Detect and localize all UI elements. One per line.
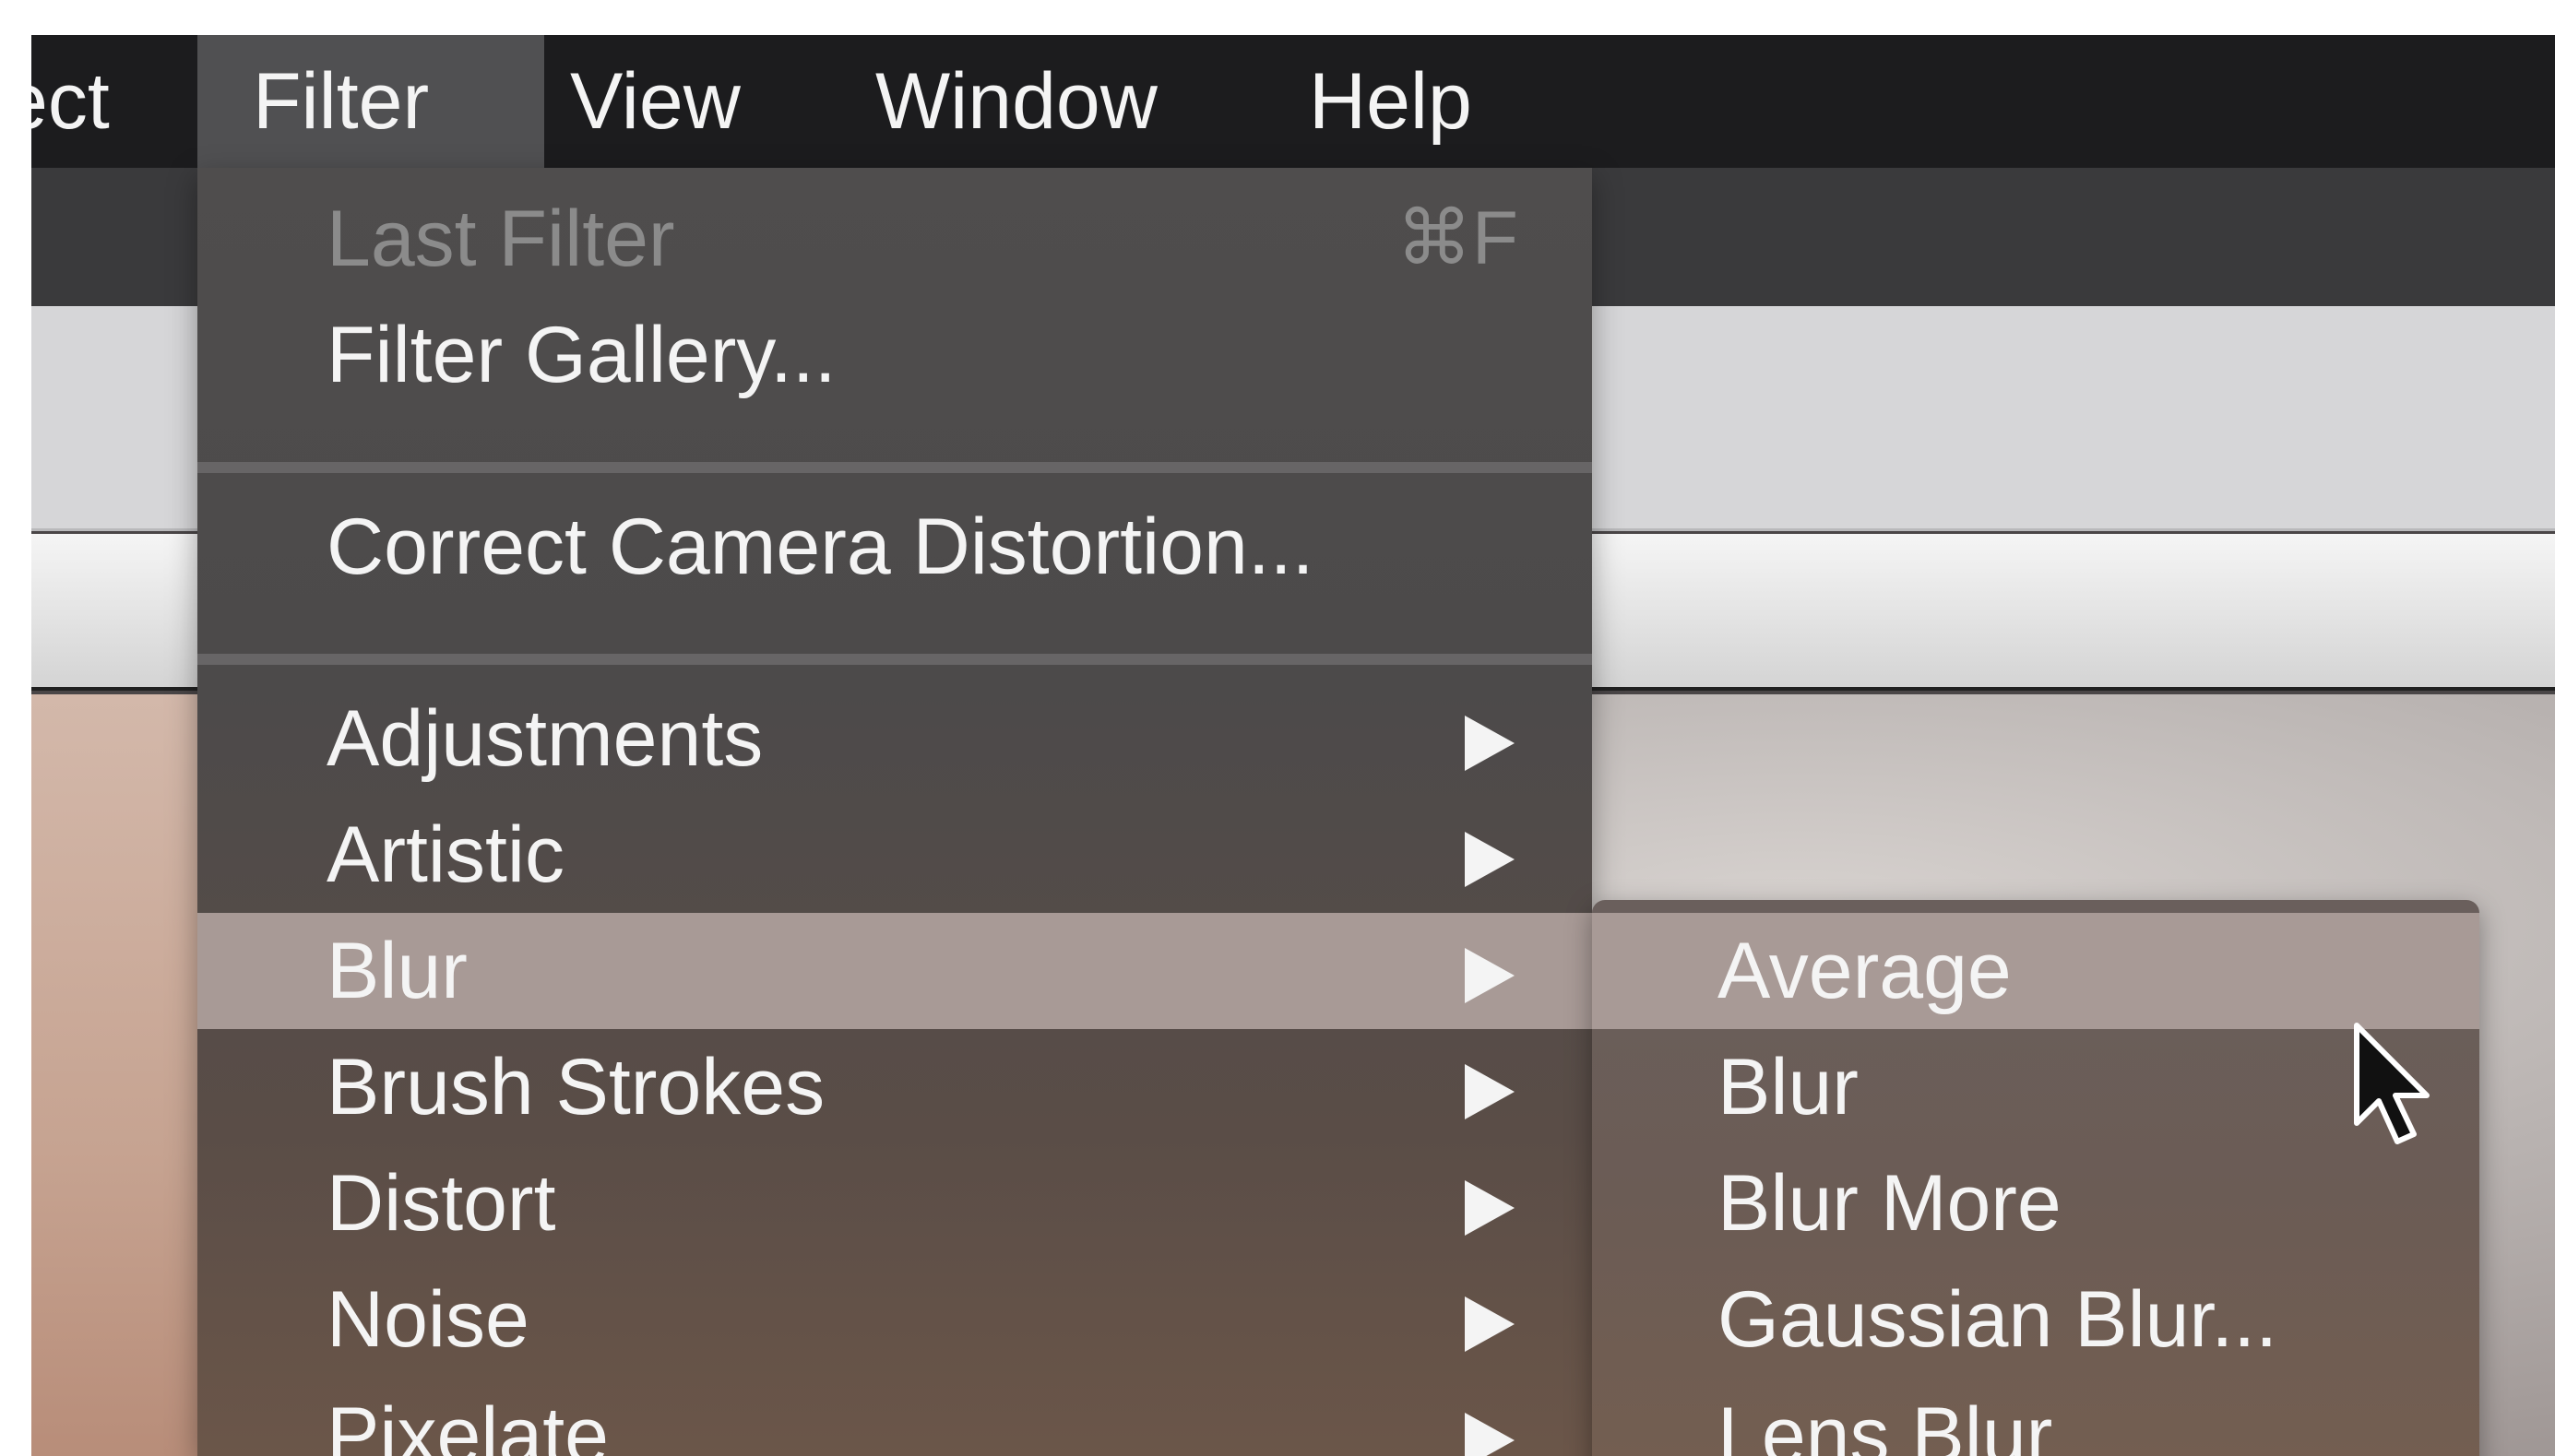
menu-item-label: Pixelate [327,1391,609,1456]
menu-item-last-filter: Last Filter ⌘F [197,181,1592,297]
submenu-item-blur[interactable]: Blur [1592,1029,2479,1145]
submenu-item-lens-blur[interactable]: Lens Blur [1592,1378,2479,1456]
menu-help[interactable]: Help [1309,35,1472,168]
menu-view[interactable]: View [570,35,741,168]
menu-item-label: Correct Camera Distortion... [327,503,1314,591]
menu-select[interactable]: ect [31,35,110,168]
keyboard-shortcut-command-f: ⌘F [1396,196,1518,280]
menu-filter[interactable]: Filter [197,35,544,168]
menu-item-noise[interactable]: Noise [197,1261,1592,1378]
menu-separator [197,654,1592,665]
submenu-arrow-icon [1465,1180,1515,1236]
screenshot-stage: ect Filter View Window Help Last Filter … [0,0,2555,1456]
menu-bar: ect Filter View Window Help [31,35,2555,168]
menu-item-label: Artistic [327,811,564,899]
menu-item-label: Blur [327,927,468,1015]
submenu-arrow-icon [1465,948,1515,1003]
submenu-item-gaussian-blur[interactable]: Gaussian Blur... [1592,1261,2479,1378]
submenu-item-label: Blur [1717,1043,1859,1131]
menu-window[interactable]: Window [875,35,1158,168]
menu-item-artistic[interactable]: Artistic [197,797,1592,913]
arrow-pointer-icon [2354,1023,2430,1144]
menu-item-pixelate[interactable]: Pixelate [197,1378,1592,1456]
menu-item-distort[interactable]: Distort [197,1145,1592,1261]
menu-item-label: Distort [327,1159,556,1248]
submenu-arrow-icon [1465,1413,1515,1456]
menu-item-label: Noise [327,1275,529,1364]
application-window: ect Filter View Window Help Last Filter … [31,35,2555,1456]
submenu-item-label: Average [1717,927,2012,1015]
menu-separator [197,462,1592,473]
menu-item-label: Brush Strokes [327,1043,826,1131]
submenu-item-label: Lens Blur [1717,1391,2053,1456]
menu-item-brush-strokes[interactable]: Brush Strokes [197,1029,1592,1145]
menu-item-adjustments[interactable]: Adjustments [197,681,1592,797]
submenu-arrow-icon [1465,1064,1515,1119]
submenu-item-label: Gaussian Blur... [1717,1275,2278,1364]
menu-item-blur[interactable]: Blur [197,913,1592,1029]
submenu-arrow-icon [1465,832,1515,887]
menu-item-label: Filter Gallery... [327,311,837,399]
menu-item-label: Adjustments [327,694,764,783]
submenu-item-average[interactable]: Average [1592,913,2479,1029]
submenu-item-label: Blur More [1717,1159,2062,1248]
menu-item-filter-gallery[interactable]: Filter Gallery... [197,297,1592,413]
menu-item-label: Last Filter [327,195,675,283]
filter-dropdown-menu: Last Filter ⌘F Filter Gallery... Correct… [197,168,1592,1456]
blur-submenu: Average Blur Blur More Gaussian Blur... … [1592,900,2479,1456]
submenu-arrow-icon [1465,1296,1515,1352]
submenu-arrow-icon [1465,716,1515,771]
submenu-item-blur-more[interactable]: Blur More [1592,1145,2479,1261]
menu-item-correct-camera-distortion[interactable]: Correct Camera Distortion... [197,489,1592,605]
